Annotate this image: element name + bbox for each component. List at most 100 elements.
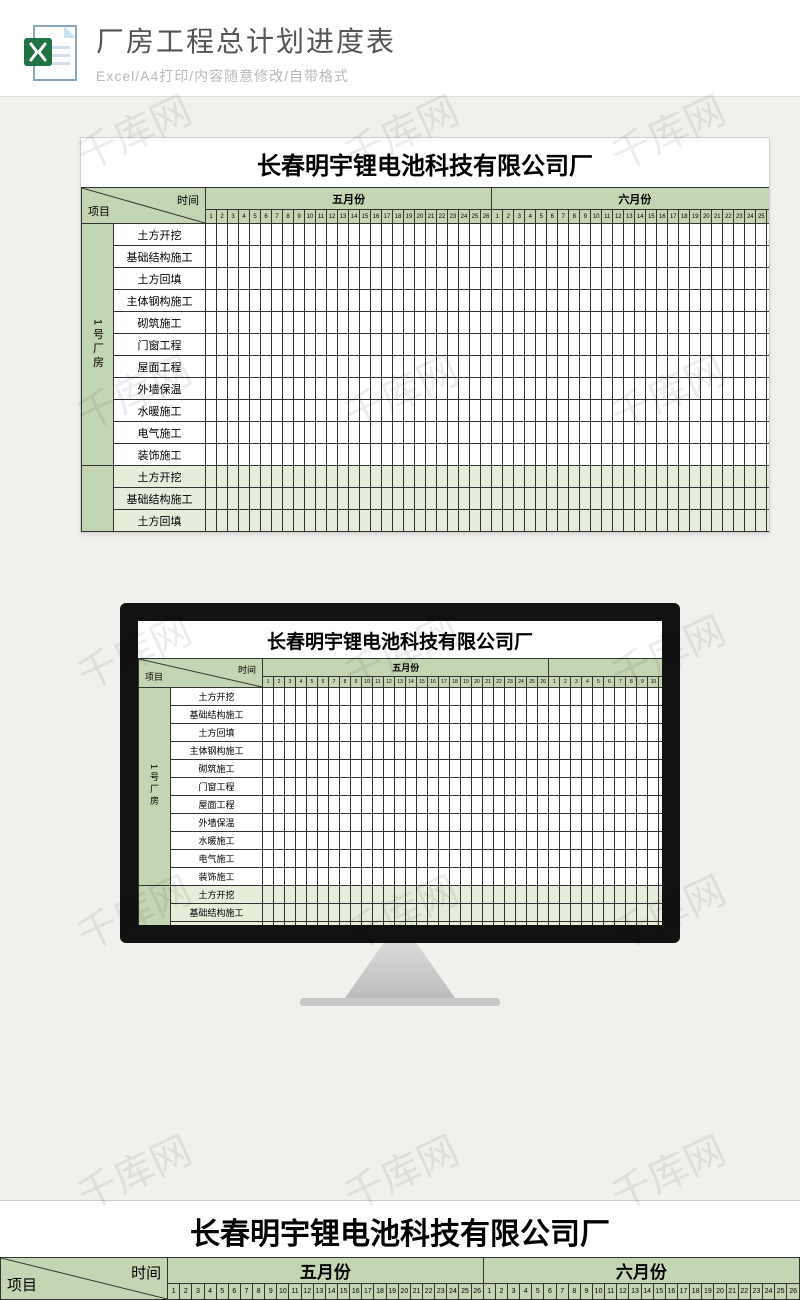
gantt-cell [558, 356, 569, 378]
gantt-cell [296, 688, 307, 706]
gantt-cell [615, 796, 626, 814]
gantt-cell [382, 356, 393, 378]
gantt-cell [571, 922, 582, 940]
gantt-cell [536, 268, 547, 290]
gantt-cell [538, 760, 549, 778]
gantt-cell [206, 356, 217, 378]
gantt-cell [580, 378, 591, 400]
gantt-cell [327, 488, 338, 510]
gantt-cell [536, 400, 547, 422]
gantt-cell [525, 488, 536, 510]
gantt-cell [448, 444, 459, 466]
gantt-cell [756, 378, 767, 400]
day-cell: 10 [648, 677, 659, 688]
gantt-cell [395, 868, 406, 886]
gantt-cell [701, 378, 712, 400]
gantt-cell [338, 510, 349, 532]
gantt-cell [538, 868, 549, 886]
gantt-cell [382, 444, 393, 466]
gantt-cell [250, 268, 261, 290]
gantt-cell [362, 886, 373, 904]
gantt-cell [593, 706, 604, 724]
gantt-cell [734, 466, 745, 488]
gantt-cell [373, 742, 384, 760]
gantt-cell [404, 290, 415, 312]
gantt-cell [228, 356, 239, 378]
day-cell: 13 [338, 210, 349, 224]
gantt-cell [417, 688, 428, 706]
day-cell: 17 [382, 210, 393, 224]
day-cell: 10 [591, 210, 602, 224]
gantt-cell [450, 706, 461, 724]
gantt-cell [602, 246, 613, 268]
day-cell: 19 [690, 210, 701, 224]
gantt-cell [296, 814, 307, 832]
day-cell: 4 [239, 210, 250, 224]
task-label: 基础结构施工 [114, 246, 206, 268]
day-cell: 9 [294, 210, 305, 224]
gantt-cell [373, 760, 384, 778]
day-cell: 9 [351, 677, 362, 688]
day-cell: 8 [283, 210, 294, 224]
gantt-cell [626, 814, 637, 832]
day-cell: 25 [470, 210, 481, 224]
gantt-cell [417, 796, 428, 814]
gantt-cell [470, 246, 481, 268]
gantt-cell [338, 312, 349, 334]
gantt-cell [250, 444, 261, 466]
gantt-cell [604, 688, 615, 706]
gantt-cell [659, 832, 670, 850]
gantt-cell [327, 356, 338, 378]
gantt-cell [318, 688, 329, 706]
gantt-cell [360, 488, 371, 510]
day-cell: 26 [481, 210, 492, 224]
gantt-cell [428, 886, 439, 904]
gantt-cell [483, 814, 494, 832]
gantt-cell [250, 466, 261, 488]
gantt-cell [679, 378, 690, 400]
gantt-cell [657, 422, 668, 444]
gantt-cell [615, 904, 626, 922]
gantt-cell [274, 850, 285, 868]
gantt-cell [547, 510, 558, 532]
gantt-cell [329, 832, 340, 850]
gantt-cell [648, 814, 659, 832]
gantt-cell [470, 312, 481, 334]
gantt-cell [635, 312, 646, 334]
monitor-screen: 长春明宇锂电池科技有限公司厂 项目 时间 五月份六月份1234567891011… [120, 603, 680, 943]
gantt-cell [417, 832, 428, 850]
gantt-cell [437, 224, 448, 246]
gantt-cell [274, 814, 285, 832]
gantt-cell [560, 742, 571, 760]
gantt-cell [516, 868, 527, 886]
gantt-cell [580, 224, 591, 246]
gantt-cell [527, 886, 538, 904]
gantt-cell [261, 312, 272, 334]
gantt-cell [217, 400, 228, 422]
gantt-cell [527, 922, 538, 940]
gantt-cell [604, 832, 615, 850]
gantt-cell [690, 400, 701, 422]
gantt-cell [549, 922, 560, 940]
gantt-cell [272, 422, 283, 444]
gantt-cell [395, 832, 406, 850]
task-label: 装饰施工 [114, 444, 206, 466]
gantt-cell [239, 510, 250, 532]
gantt-cell [503, 400, 514, 422]
gantt-cell [624, 290, 635, 312]
gantt-cell [285, 814, 296, 832]
gantt-cell [492, 466, 503, 488]
gantt-cell [404, 422, 415, 444]
gantt-cell [516, 706, 527, 724]
gantt-cell [580, 488, 591, 510]
gantt-cell [415, 422, 426, 444]
gantt-cell [307, 868, 318, 886]
gantt-cell [239, 466, 250, 488]
gantt-cell [558, 224, 569, 246]
gantt-cell [503, 466, 514, 488]
gantt-cell [492, 444, 503, 466]
task-label: 土方回填 [171, 922, 263, 940]
day-cell: 14 [635, 210, 646, 224]
gantt-cell [646, 510, 657, 532]
gantt-cell [285, 886, 296, 904]
